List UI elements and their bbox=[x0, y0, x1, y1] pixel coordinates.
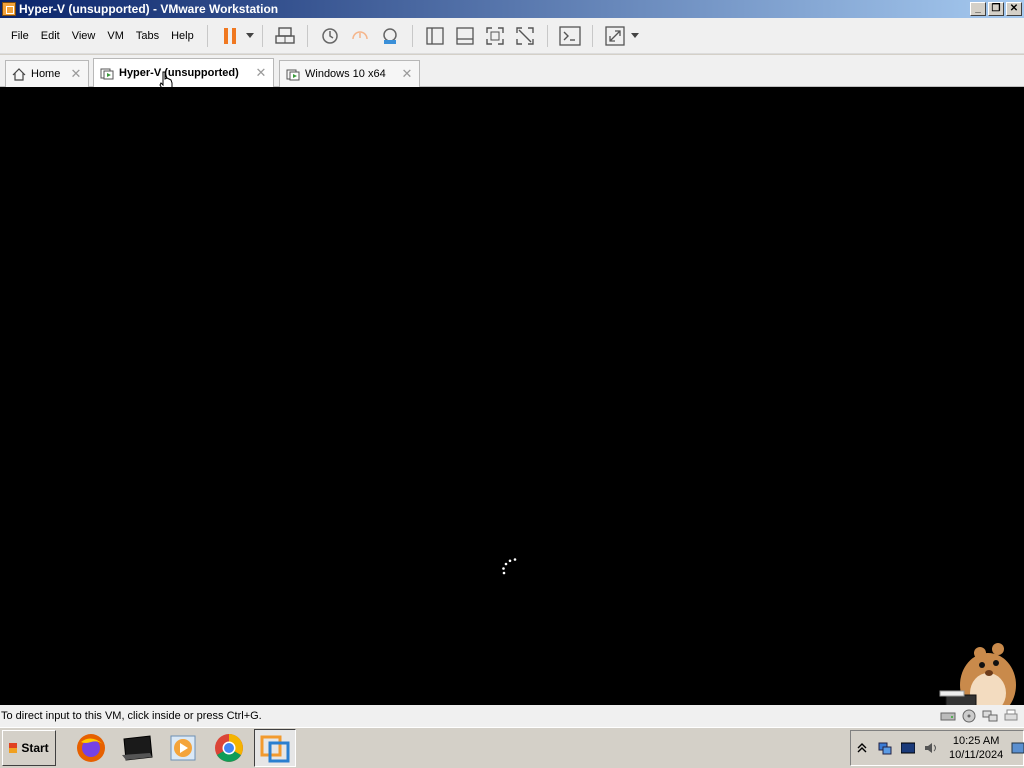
show-desktop-icon[interactable] bbox=[1011, 741, 1024, 755]
volume-icon[interactable] bbox=[924, 741, 938, 755]
menu-view[interactable]: View bbox=[66, 30, 102, 42]
clock-date: 10/11/2024 bbox=[949, 749, 1004, 761]
console-icon[interactable] bbox=[558, 24, 582, 48]
vm-icon bbox=[286, 69, 300, 80]
stretch-guest-icon[interactable] bbox=[603, 24, 627, 48]
network-adapter-icon[interactable] bbox=[982, 709, 998, 723]
toolbar-separator bbox=[261, 24, 263, 47]
network-tray-icon[interactable] bbox=[878, 741, 892, 755]
windows-flag-icon bbox=[9, 743, 18, 753]
toolbar-separator bbox=[591, 24, 593, 47]
printer-icon[interactable] bbox=[1003, 709, 1019, 723]
toolbar-separator bbox=[411, 24, 413, 47]
vmware-app-icon[interactable] bbox=[2, 2, 16, 16]
toolbar-separator bbox=[306, 24, 308, 47]
menu-vm[interactable]: VM bbox=[101, 30, 130, 42]
toolbar-separator bbox=[206, 24, 208, 47]
menu-toolbar-bar: File Edit View VM Tabs Help bbox=[0, 18, 1024, 54]
tab-windows-10-x64[interactable]: Windows 10 x64 ✕ bbox=[279, 60, 420, 87]
tab-label: Home bbox=[31, 68, 61, 80]
chrome-icon[interactable] bbox=[208, 729, 250, 767]
tab-close-icon[interactable]: ✕ bbox=[70, 66, 82, 82]
window-title-bar[interactable]: Hyper-V (unsupported) - VMware Workstati… bbox=[0, 0, 1024, 18]
menu-help[interactable]: Help bbox=[165, 30, 200, 42]
close-button[interactable]: ✕ bbox=[1006, 2, 1022, 16]
snapshot-manager-icon[interactable] bbox=[378, 24, 402, 48]
minimize-button[interactable]: _ bbox=[970, 2, 986, 16]
restore-button[interactable]: ❐ bbox=[988, 2, 1004, 16]
send-ctrl-alt-del-icon[interactable] bbox=[273, 24, 297, 48]
tab-close-icon[interactable]: ✕ bbox=[401, 66, 413, 82]
show-hidden-icons-icon[interactable] bbox=[855, 741, 869, 755]
library-view-icon[interactable] bbox=[423, 24, 447, 48]
pause-icon[interactable] bbox=[218, 24, 242, 48]
tab-hyper-v[interactable]: Hyper-V (unsupported) ✕ bbox=[93, 58, 274, 87]
hard-disk-icon[interactable] bbox=[940, 709, 956, 723]
taskbar: Start 10:25 AM 10/11/2024 bbox=[0, 727, 1024, 768]
vm-console-screen[interactable] bbox=[0, 87, 1024, 717]
window-title: Hyper-V (unsupported) - VMware Workstati… bbox=[19, 2, 279, 16]
tab-close-icon[interactable]: ✕ bbox=[255, 65, 267, 81]
tab-home[interactable]: Home ✕ bbox=[5, 60, 89, 87]
power-dropdown-icon[interactable] bbox=[245, 24, 255, 48]
start-button[interactable]: Start bbox=[2, 730, 56, 766]
full-screen-icon[interactable] bbox=[483, 24, 507, 48]
status-message: To direct input to this VM, click inside… bbox=[1, 710, 262, 722]
thumbnail-bar-icon[interactable] bbox=[453, 24, 477, 48]
display-tray-icon[interactable] bbox=[900, 741, 916, 755]
cd-dvd-icon[interactable] bbox=[961, 709, 977, 723]
tab-label: Hyper-V (unsupported) bbox=[119, 67, 239, 79]
clock[interactable]: 10:25 AM 10/11/2024 bbox=[949, 734, 1003, 762]
snapshot-icon[interactable] bbox=[318, 24, 342, 48]
media-player-icon[interactable] bbox=[162, 729, 204, 767]
menu-file[interactable]: File bbox=[5, 30, 35, 42]
home-icon bbox=[12, 67, 26, 81]
menu-tabs[interactable]: Tabs bbox=[130, 30, 165, 42]
tab-strip: Home ✕ Hyper-V (unsupported) ✕ Windows 1… bbox=[0, 55, 1024, 93]
toolbar-separator bbox=[546, 24, 548, 47]
unity-icon[interactable] bbox=[513, 24, 537, 48]
vmware-icon[interactable] bbox=[254, 729, 296, 767]
system-tray: 10:25 AM 10/11/2024 bbox=[850, 730, 1024, 766]
start-label: Start bbox=[21, 741, 49, 755]
firefox-icon[interactable] bbox=[70, 729, 112, 767]
clock-time: 10:25 AM bbox=[952, 735, 1000, 747]
stretch-dropdown-icon[interactable] bbox=[630, 24, 640, 48]
terminal-icon[interactable] bbox=[116, 729, 158, 767]
vm-icon bbox=[100, 68, 114, 79]
status-bar: To direct input to this VM, click inside… bbox=[0, 705, 1024, 727]
menu-edit[interactable]: Edit bbox=[35, 30, 66, 42]
revert-snapshot-icon[interactable] bbox=[348, 24, 372, 48]
loading-spinner-icon bbox=[502, 558, 517, 575]
tab-label: Windows 10 x64 bbox=[305, 68, 386, 80]
